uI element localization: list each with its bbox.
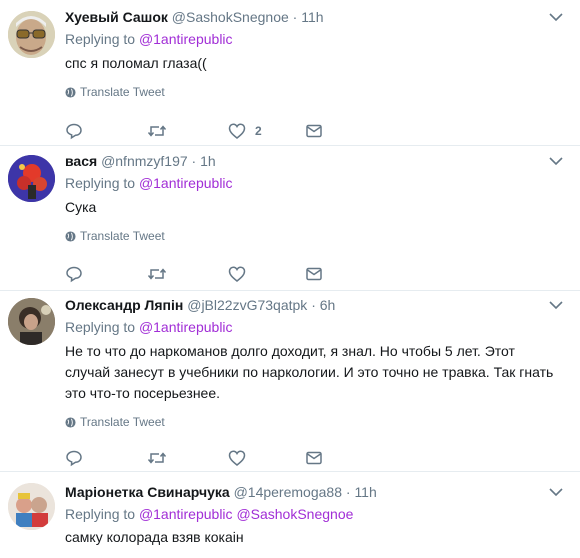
display-name[interactable]: вася: [65, 153, 97, 169]
chevron-down-icon[interactable]: [546, 295, 566, 315]
tweet-header: вася @nfnmzyf197 · 1h: [65, 151, 566, 171]
direct-message-icon: [306, 451, 322, 465]
reply-icon: [66, 123, 82, 140]
tweet-text-line: случай занесут в учебники по наркологии.…: [65, 364, 554, 380]
retweet-icon: [147, 125, 167, 137]
translate-label[interactable]: Translate Tweet: [80, 413, 165, 431]
tweet-actions: [65, 446, 325, 470]
timestamp[interactable]: 11h: [354, 484, 376, 500]
chevron-down-icon[interactable]: [546, 482, 566, 502]
replying-to: Replying to @1antirepublic: [65, 316, 566, 338]
display-name[interactable]: Маріонетка Свинарчука: [65, 484, 230, 500]
tweet-text-line: Не то что до наркоманов долго доходит, я…: [65, 343, 515, 359]
avatar[interactable]: [8, 155, 55, 202]
reply-button[interactable]: [65, 262, 83, 286]
tweet-text-line: самку колорада взяв кокаін: [65, 529, 244, 545]
retweet-button[interactable]: [147, 119, 167, 143]
replying-label: Replying to: [65, 506, 136, 522]
mention-link[interactable]: @1antirepublic: [139, 31, 233, 47]
tweet-text: Сука: [65, 197, 566, 218]
direct-message-icon: [306, 124, 322, 138]
translate-tweet-link[interactable]: Translate Tweet: [65, 83, 566, 101]
separator: ·: [191, 153, 197, 169]
user-handle[interactable]: @jBl22zvG73qatpk: [187, 297, 307, 313]
tweet-text: самку колорада взяв кокаін: [65, 527, 566, 548]
avatar[interactable]: [8, 11, 55, 58]
tweet-text: Не то что до наркоманов долго доходит, я…: [65, 341, 566, 404]
tweet-actions: [65, 262, 325, 286]
tweet-2[interactable]: вася @nfnmzyf197 · 1h Replying to @1anti…: [0, 146, 580, 291]
user-handle[interactable]: @SashokSnegnoe: [172, 9, 289, 25]
replying-label: Replying to: [65, 31, 136, 47]
direct-message-button[interactable]: [305, 119, 323, 143]
tweet-header: Маріонетка Свинарчука @14peremoga88 · 11…: [65, 482, 566, 502]
avatar[interactable]: [8, 298, 55, 345]
tweet-text-line: спс я поломал глаза((: [65, 55, 207, 71]
like-icon: [228, 123, 246, 139]
timestamp[interactable]: 11h: [301, 9, 323, 25]
separator: ·: [311, 297, 316, 313]
like-button[interactable]: 2: [228, 119, 262, 143]
translate-label[interactable]: Translate Tweet: [80, 227, 165, 245]
display-name[interactable]: Хуевый Сашок: [65, 9, 168, 25]
reply-button[interactable]: [65, 446, 83, 470]
translate-tweet-link[interactable]: Translate Tweet: [65, 227, 566, 245]
replying-to: Replying to @1antirepublic: [65, 172, 566, 194]
replying-label: Replying to: [65, 319, 136, 335]
like-button[interactable]: [228, 446, 255, 470]
translate-label[interactable]: Translate Tweet: [80, 83, 165, 101]
replying-label: Replying to: [65, 175, 136, 191]
tweet-4[interactable]: Маріонетка Свинарчука @14peremoga88 · 11…: [0, 472, 580, 558]
replying-to: Replying to @1antirepublic @SashokSnegno…: [65, 503, 566, 525]
replying-to: Replying to @1antirepublic: [65, 28, 566, 50]
timestamp[interactable]: 6h: [320, 297, 336, 313]
like-count: 2: [255, 124, 262, 138]
separator: ·: [292, 9, 298, 25]
avatar[interactable]: [8, 483, 55, 530]
user-handle[interactable]: @nfnmzyf197: [101, 153, 188, 169]
tweet-header: Олександр Ляпін @jBl22zvG73qatpk · 6h: [65, 295, 566, 315]
display-name[interactable]: Олександр Ляпін: [65, 297, 183, 313]
timestamp[interactable]: 1h: [200, 153, 216, 169]
tweet-text-line: Сука: [65, 199, 97, 215]
like-button[interactable]: [228, 262, 255, 286]
globe-icon: [65, 86, 76, 98]
like-icon: [228, 450, 246, 466]
reply-icon: [66, 450, 82, 467]
mention-link[interactable]: @1antirepublic: [139, 319, 233, 335]
like-icon: [228, 266, 246, 282]
retweet-icon: [147, 268, 167, 280]
tweet-text-line: это что-то посерьезнее.: [65, 385, 221, 401]
user-handle[interactable]: @14peremoga88: [234, 484, 342, 500]
globe-icon: [65, 416, 76, 428]
tweet-text: спс я поломал глаза((: [65, 53, 566, 74]
tweet-3[interactable]: Олександр Ляпін @jBl22zvG73qatpk · 6h Re…: [0, 291, 580, 472]
reply-icon: [66, 266, 82, 283]
tweet-actions: 2: [65, 119, 325, 143]
direct-message-button[interactable]: [305, 446, 323, 470]
mention-link[interactable]: @1antirepublic: [139, 506, 233, 522]
translate-tweet-link[interactable]: Translate Tweet: [65, 413, 566, 431]
direct-message-icon: [306, 267, 322, 281]
retweet-button[interactable]: [147, 262, 167, 286]
tweet-1[interactable]: Хуевый Сашок @SashokSnegnoe · 11h Replyi…: [0, 0, 580, 146]
chevron-down-icon[interactable]: [546, 7, 566, 27]
retweet-button[interactable]: [147, 446, 167, 470]
retweet-icon: [147, 452, 167, 464]
separator: ·: [345, 484, 351, 500]
tweet-header: Хуевый Сашок @SashokSnegnoe · 11h: [65, 7, 566, 27]
direct-message-button[interactable]: [305, 262, 323, 286]
mention-link[interactable]: @SashokSnegnoe: [236, 506, 353, 522]
mention-link[interactable]: @1antirepublic: [139, 175, 233, 191]
chevron-down-icon[interactable]: [546, 151, 566, 171]
globe-icon: [65, 230, 76, 242]
reply-button[interactable]: [65, 119, 83, 143]
